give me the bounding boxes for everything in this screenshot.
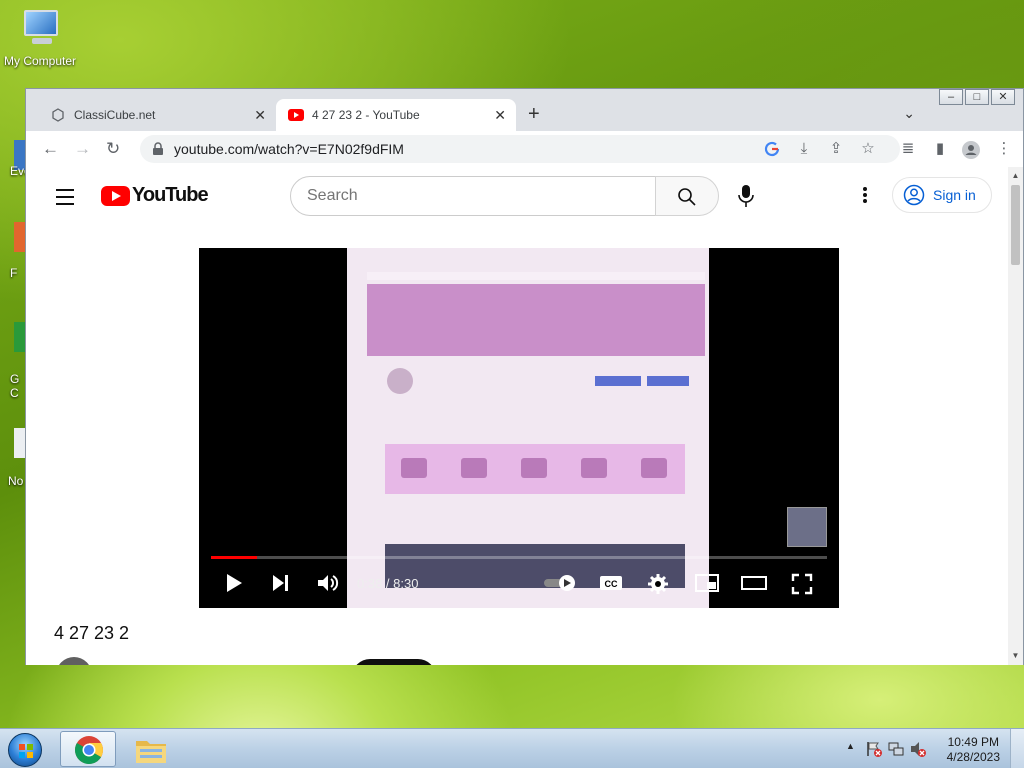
folder-icon [136, 741, 166, 763]
bookmark-star-icon[interactable]: ☆ [860, 141, 876, 157]
youtube-play-logo-icon [101, 185, 130, 206]
channel-watermark[interactable] [787, 507, 827, 547]
subscribe-button[interactable] [352, 659, 436, 665]
video-title: 4 27 23 2 [54, 623, 130, 643]
address-bar[interactable]: youtube.com/watch?v=E7N02f9dFIM [140, 135, 900, 163]
scroll-up-icon[interactable]: ▲ [1008, 169, 1023, 183]
side-panel-icon[interactable]: ▮ [932, 141, 948, 157]
partial-icon-label: C [10, 386, 19, 400]
chrome-window: ‒ □ ✕ ClassiCube.net ✕ 4 27 23 2 - YouTu… [25, 88, 1024, 665]
scroll-down-icon[interactable]: ▼ [1008, 649, 1023, 663]
youtube-logo[interactable]: YouTube [101, 184, 209, 207]
clock-time: 10:49 PM [947, 735, 999, 749]
svg-text:CC: CC [605, 579, 618, 589]
taskbar: ▲ 10:49 PM 4/28/2023 [0, 728, 1024, 768]
progress-fill [211, 556, 257, 559]
network-icon[interactable] [888, 741, 904, 762]
show-desktop-button[interactable] [1010, 729, 1024, 768]
show-hidden-icons-arrow-icon[interactable]: ▲ [846, 741, 855, 751]
forward-arrow-icon[interactable]: → [74, 139, 91, 159]
progress-bar[interactable] [211, 556, 827, 559]
miniplayer-icon[interactable] [695, 573, 719, 598]
autoplay-toggle-icon[interactable] [543, 573, 577, 598]
partial-icon-label: No [8, 474, 24, 488]
theater-mode-icon[interactable] [741, 573, 767, 598]
video-thumbnail-strip [385, 544, 685, 588]
partial-icon-label: F [10, 266, 18, 280]
microphone-icon[interactable] [738, 184, 754, 208]
tab-title: ClassiCube.net [74, 108, 156, 122]
tab-strip: ClassiCube.net ✕ 4 27 23 2 - YouTube ✕ +… [26, 97, 1023, 131]
sign-in-button[interactable]: Sign in [892, 177, 992, 213]
tab-title: 4 27 23 2 - YouTube [312, 108, 420, 122]
install-app-icon[interactable]: ⤓ [796, 141, 812, 157]
youtube-favicon-icon [288, 107, 304, 123]
start-button[interactable] [4, 731, 46, 767]
share-icon[interactable]: ⇪ [828, 141, 844, 157]
account-circle-icon [903, 184, 925, 206]
hamburger-menu-icon[interactable] [56, 189, 74, 210]
clock-date: 4/28/2023 [946, 750, 1000, 764]
settings-gear-icon[interactable] [647, 573, 669, 600]
taskbar-explorer-button[interactable] [124, 731, 180, 767]
action-center-flag-icon[interactable] [866, 741, 882, 762]
windows-logo-icon [8, 733, 42, 767]
sign-in-label: Sign in [933, 187, 976, 203]
tab-youtube[interactable]: 4 27 23 2 - YouTube ✕ [276, 99, 516, 131]
tab-close-icon[interactable]: ✕ [494, 107, 506, 124]
youtube-header: YouTube Search Sign in [26, 167, 1009, 223]
partial-icon-label: G [10, 372, 20, 386]
video-player[interactable]: 0:38 / 8:30 CC [199, 248, 839, 608]
lock-icon [152, 142, 164, 156]
more-options-icon[interactable] [863, 187, 867, 205]
tab-search-chevron-icon[interactable]: ⌄ [903, 105, 915, 122]
reload-icon[interactable]: ↻ [106, 139, 120, 159]
search-icon [678, 188, 696, 206]
youtube-logo-text: YouTube [132, 184, 209, 206]
computer-icon [18, 8, 62, 48]
search-input[interactable]: Search [290, 176, 656, 216]
my-computer-label: My Computer [3, 54, 77, 68]
search-placeholder: Search [307, 187, 358, 204]
channel-avatar[interactable] [56, 657, 92, 665]
media-queue-icon[interactable]: ≣ [900, 141, 916, 157]
tab-classicube[interactable]: ClassiCube.net ✕ [38, 99, 276, 131]
search-button[interactable] [655, 176, 719, 216]
play-icon[interactable] [225, 573, 243, 598]
subtitles-icon[interactable]: CC [599, 573, 623, 598]
volume-icon[interactable] [317, 573, 339, 598]
scrollbar-thumb[interactable] [1011, 185, 1020, 265]
page-content: YouTube Search Sign in 0:38 / 8:30 CC 4 … [26, 167, 1009, 665]
my-computer-desktop-icon[interactable]: My Computer [0, 8, 80, 68]
globe-icon [50, 107, 66, 123]
tab-close-icon[interactable]: ✕ [254, 107, 266, 124]
browser-toolbar: ← → ↻ youtube.com/watch?v=E7N02f9dFIM ⤓ … [26, 131, 1023, 167]
system-clock[interactable]: 10:49 PM 4/28/2023 [947, 735, 1000, 765]
page-scrollbar[interactable]: ▲ ▼ [1008, 167, 1023, 665]
address-text: youtube.com/watch?v=E7N02f9dFIM [174, 141, 404, 157]
chrome-menu-icon[interactable]: ⋮ [996, 141, 1012, 157]
fullscreen-icon[interactable] [791, 573, 813, 600]
volume-muted-icon[interactable] [910, 741, 926, 762]
taskbar-chrome-button[interactable] [60, 731, 116, 767]
time-display: 0:38 / 8:30 [357, 576, 419, 591]
next-icon[interactable] [271, 573, 291, 598]
back-arrow-icon[interactable]: ← [42, 139, 59, 159]
chrome-icon [75, 736, 103, 764]
profile-avatar-icon[interactable] [962, 141, 980, 159]
new-tab-button[interactable]: + [528, 103, 540, 126]
google-lens-icon[interactable] [764, 141, 780, 157]
